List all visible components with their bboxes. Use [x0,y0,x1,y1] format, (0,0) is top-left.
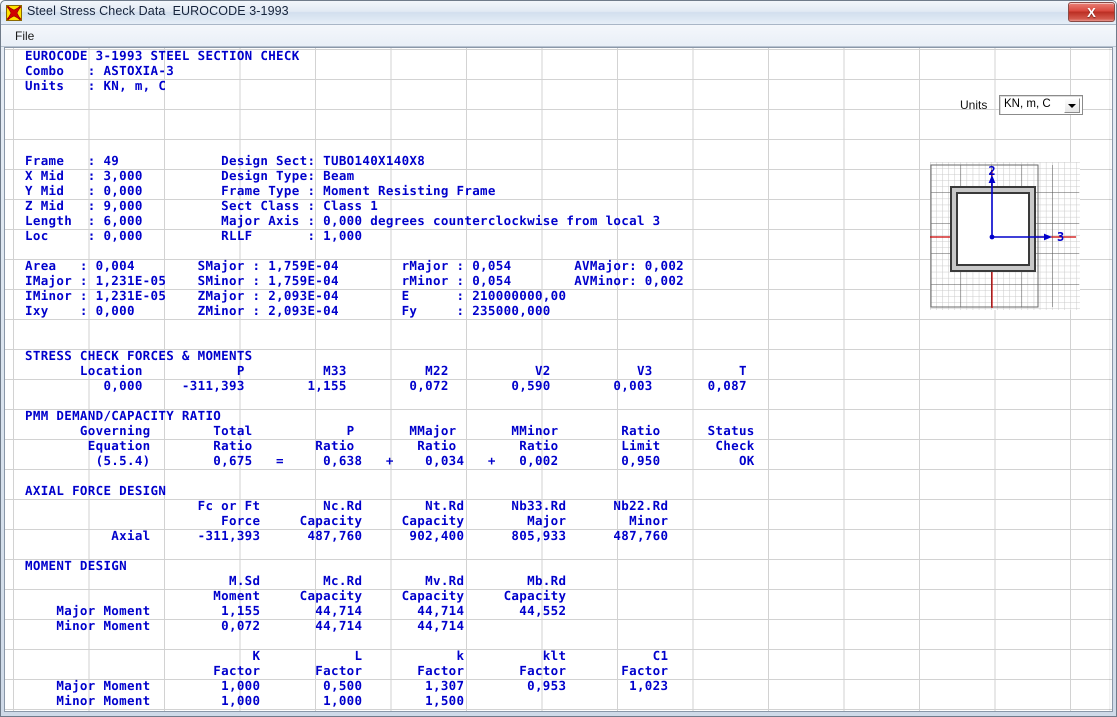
report-line [25,243,755,258]
units-label: Units [960,98,988,112]
window-title: Steel Stress Check Data EUROCODE 3-1993 [27,4,289,18]
report-line: Y Mid : 0,000 Frame Type : Moment Resist… [25,183,496,198]
menu-bar: File [1,25,1116,47]
report-line: PMM DEMAND/CAPACITY RATIO [25,408,222,423]
report-line: Major Moment 1,000 0,500 1,307 0,953 1,0… [25,678,669,693]
report-line: Equation Ratio Ratio Ratio Ratio Limit C… [25,438,755,453]
report-line: K L k klt C1 [25,648,669,663]
report-line: Ixy : 0,000 ZMinor : 2,093E-04 Fy : 2350… [25,303,551,318]
report-line [25,108,755,123]
report-line: MOMENT DESIGN [25,558,127,573]
report-line: X Mid : 3,000 Design Type: Beam [25,168,355,183]
chevron-down-icon[interactable] [1064,98,1080,113]
report-line: IMinor : 1,231E-05 ZMajor : 2,093E-04 E … [25,288,567,303]
app-icon [6,5,22,21]
report-line [25,468,755,483]
report-line: Loc : 0,000 RLLF : 1,000 [25,228,363,243]
report-line [25,138,755,153]
report-line: (5.5.4) 0,675 = 0,638 + 0,034 + 0,002 0,… [25,453,755,468]
report-line: Moment Capacity Capacity Capacity [25,588,567,603]
report-line: Governing Total P MMajor MMinor Ratio St… [25,423,755,438]
report-line [25,93,755,108]
report-line: Axial -311,393 487,760 902,400 805,933 4… [25,528,669,543]
application-window: Steel Stress Check Data EUROCODE 3-1993 … [0,0,1117,717]
client-edge-shade [1109,48,1112,711]
menu-item-file[interactable]: File [7,27,42,45]
report-line: Length : 6,000 Major Axis : 0,000 degree… [25,213,661,228]
report-line: EUROCODE 3-1993 STEEL SECTION CHECK [25,48,300,63]
report-line: Frame : 49 Design Sect: TUBO140X140X8 [25,153,426,168]
report-line: Z Mid : 9,000 Sect Class : Class 1 [25,198,379,213]
title-bar: Steel Stress Check Data EUROCODE 3-1993 … [1,1,1116,25]
report-line: M.Sd Mc.Rd Mv.Rd Mb.Rd [25,573,567,588]
report-line: Area : 0,004 SMajor : 1,759E-04 rMajor :… [25,258,685,273]
report-line: Fc or Ft Nc.Rd Nt.Rd Nb33.Rd Nb22.Rd [25,498,669,513]
report-line: Minor Moment 0,072 44,714 44,714 [25,618,465,633]
close-button[interactable]: X [1068,2,1115,22]
report-line: Force Capacity Capacity Major Minor [25,513,669,528]
report-line [25,543,755,558]
report-line: Units : KN, m, C [25,78,167,93]
section-diagram: 2 3 [930,162,1080,310]
report-line: Factor Factor Factor Factor Factor [25,663,669,678]
report-line: Minor Moment 1,000 1,000 1,500 [25,693,465,708]
units-selected-value: KN, m, C [1004,98,1051,110]
report-line: 0,000 -311,393 1,155 0,072 0,590 0,003 0… [25,378,747,393]
axis-2-label: 2 [988,164,995,178]
report-line: AXIAL FORCE DESIGN [25,483,167,498]
report-line: Combo : ASTOXIA-3 [25,63,175,78]
report-line [25,123,755,138]
report-client-area: EUROCODE 3-1993 STEEL SECTION CHECK Combo… [4,47,1113,712]
report-line [25,318,755,333]
report-line [25,393,755,408]
close-icon: X [1087,5,1096,20]
report-line: IMajor : 1,231E-05 SMinor : 1,759E-04 rM… [25,273,685,288]
axis-3-label: 3 [1057,230,1064,244]
report-line: STRESS CHECK FORCES & MOMENTS [25,348,253,363]
report-line [25,633,755,648]
report-line: Location P M33 M22 V2 V3 T [25,363,747,378]
stress-check-report: EUROCODE 3-1993 STEEL SECTION CHECK Combo… [25,48,755,708]
report-line [25,333,755,348]
report-line: Major Moment 1,155 44,714 44,714 44,552 [25,603,567,618]
units-select[interactable]: KN, m, C [999,95,1083,115]
